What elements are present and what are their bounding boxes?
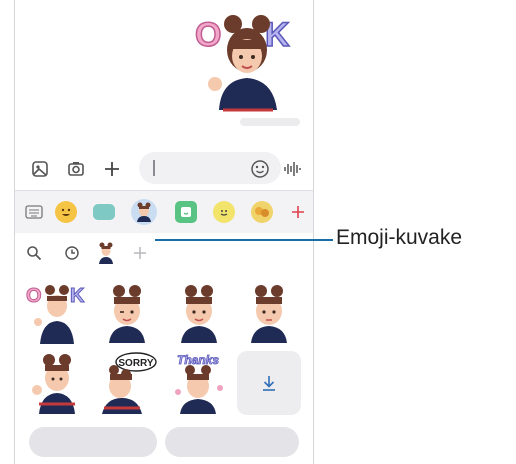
sticker-grid: OK SORRY Thanks [15,273,313,423]
svg-text:Thanks: Thanks [177,353,219,367]
smiley-icon[interactable] [249,158,271,180]
plus-icon[interactable] [129,242,151,264]
ar-emoji-avatar-icon[interactable] [95,242,117,264]
chat-area: O K [15,0,313,146]
sticker-wave[interactable] [25,351,89,415]
sticker-tab-icon[interactable] [175,201,197,223]
sticker-smile[interactable] [167,281,231,345]
download-more-stickers[interactable] [237,351,301,415]
svg-text:O: O [26,285,42,307]
emoji-tab-icon[interactable] [55,201,77,223]
keyboard-icon[interactable] [23,201,45,223]
svg-text:K: K [70,285,85,307]
clock-icon[interactable] [61,242,83,264]
sent-ok-sticker[interactable]: O K [191,10,301,120]
sticker-ok[interactable]: OK [25,281,89,345]
add-tab-icon[interactable] [287,201,309,223]
gif-icon[interactable] [93,204,115,220]
image-icon[interactable] [29,158,51,180]
sticker-sorry[interactable]: SORRY [95,351,159,415]
search-icon[interactable] [23,242,45,264]
sticker-wink[interactable] [95,281,159,345]
plus-icon[interactable] [101,158,123,180]
phone-screen: O K O K SORRY Thanks [14,0,314,464]
callout-label: Emoji-kuvake [336,226,463,249]
emoji-panel-tabs [15,191,313,233]
svg-text:O: O [195,16,221,54]
sticker-neutral[interactable] [237,281,301,345]
voice-wave-icon[interactable] [281,158,303,180]
camera-icon[interactable] [65,158,87,180]
svg-text:SORRY: SORRY [118,358,154,369]
make-stickers-button[interactable] [29,427,157,457]
ar-emoji-tab-icon[interactable] [131,199,157,225]
avatar-sticker-tab-icon[interactable] [251,201,273,223]
sticker-thanks[interactable]: Thanks [167,351,231,415]
bottom-actions [15,423,313,464]
message-meta [240,118,300,126]
bitmoji-tab-icon[interactable] [213,201,235,223]
message-input-row [15,146,313,190]
give-feedback-button[interactable] [165,427,299,457]
text-caret [153,160,155,176]
callout-line [155,239,333,241]
